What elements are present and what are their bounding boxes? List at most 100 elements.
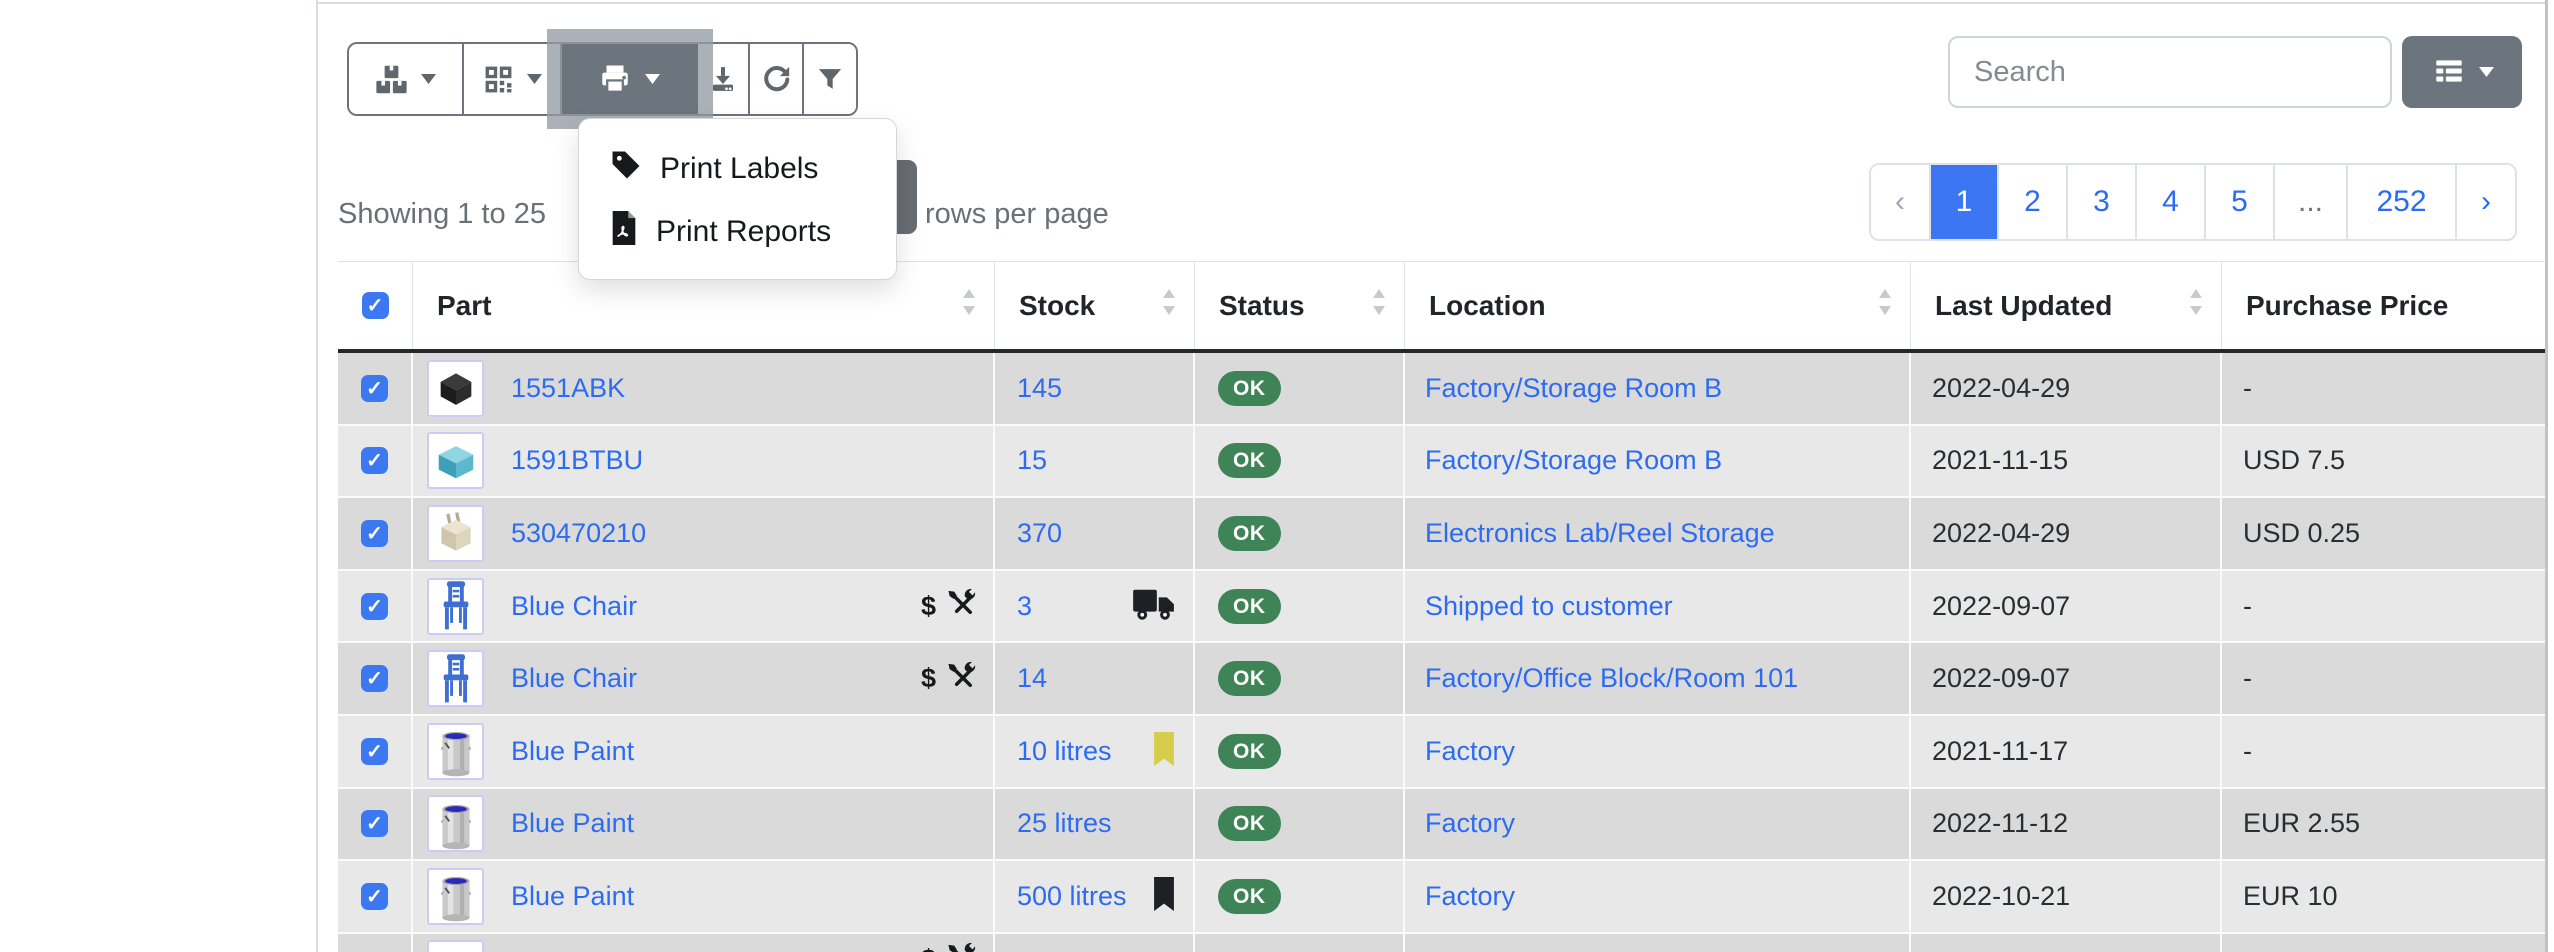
stock-link[interactable]: 25 litres: [1017, 808, 1112, 839]
prev-page-button[interactable]: ‹: [1871, 165, 1929, 239]
status-badge: OK: [1218, 516, 1281, 551]
location-link[interactable]: Factory: [1425, 881, 1515, 912]
stock-link[interactable]: 3: [1017, 591, 1032, 622]
sort-icon: [1372, 289, 1386, 322]
page-button-4[interactable]: 4: [2135, 165, 2204, 239]
part-link[interactable]: Blue Paint: [511, 808, 634, 839]
location-link[interactable]: Shipped to customer: [1425, 591, 1673, 622]
column-header-location[interactable]: Location: [1405, 262, 1911, 349]
menu-item-print-labels[interactable]: Print Labels: [579, 137, 896, 200]
qrcode-icon: [483, 64, 514, 95]
location-link[interactable]: Factory: [1425, 736, 1515, 767]
location-cell: Factory/Office Block/Room 101: [1405, 643, 1911, 716]
part-thumbnail[interactable]: [427, 650, 484, 707]
page-button-5[interactable]: 5: [2204, 165, 2273, 239]
stock-link[interactable]: 15: [1017, 445, 1047, 476]
part-thumbnail[interactable]: [427, 578, 484, 635]
stock-link[interactable]: 10 litres: [1017, 736, 1112, 767]
stock-actions-button[interactable]: [349, 44, 464, 114]
column-header-status[interactable]: Status: [1195, 262, 1405, 349]
row-checkbox[interactable]: ✓: [361, 447, 388, 474]
part-link[interactable]: Blue Chair: [511, 663, 637, 694]
stock-cell: 500 litres: [995, 861, 1195, 934]
part-thumbnail[interactable]: [427, 360, 484, 417]
part-link[interactable]: Blue Paint: [511, 881, 634, 912]
caret-down-icon: [421, 74, 436, 84]
location-link[interactable]: Factory/Office Block/Room 101: [1425, 663, 1798, 694]
table-row: ✓ Blue Chair $14 OK Factory/Office Block/Roo…: [338, 643, 2545, 716]
print-actions-button[interactable]: [562, 44, 698, 114]
part-thumbnail[interactable]: [427, 795, 484, 852]
part-link[interactable]: 1591BTBU: [511, 445, 643, 476]
part-cell: Blue Paint: [413, 861, 995, 934]
column-header-stock[interactable]: Stock: [995, 262, 1195, 349]
stock-link[interactable]: 370: [1017, 518, 1062, 549]
column-header-label: Location: [1429, 290, 1546, 322]
panel-top-border: [316, 2, 2546, 4]
status-badge: OK: [1218, 371, 1281, 406]
status-cell: OK: [1195, 716, 1405, 789]
barcode-actions-button[interactable]: [464, 44, 562, 114]
part-thumbnail[interactable]: [427, 432, 484, 489]
table-list-icon: [2431, 54, 2467, 91]
last-updated-cell: 2021-11-17: [1911, 716, 2222, 789]
status-badge: OK: [1218, 443, 1281, 478]
part-thumbnail[interactable]: [427, 505, 484, 562]
panel-left-border: [316, 0, 318, 952]
dollar-icon: $: [921, 663, 936, 694]
location-link[interactable]: Factory/Storage Room B: [1425, 445, 1722, 476]
location-cell: Electronics Lab/Reel Storage: [1405, 498, 1911, 571]
row-checkbox-cell: ✓: [338, 643, 413, 716]
location-link[interactable]: Factory: [1425, 808, 1515, 839]
filter-icon: [816, 65, 844, 93]
filter-button[interactable]: [804, 44, 856, 114]
menu-item-print-reports[interactable]: Print Reports: [579, 200, 896, 263]
download-button[interactable]: [698, 44, 750, 114]
part-link[interactable]: 1551ABK: [511, 373, 625, 404]
stock-cell: 15: [995, 426, 1195, 499]
page-button-3[interactable]: 3: [2066, 165, 2135, 239]
location-link[interactable]: Factory/Storage Room B: [1425, 373, 1722, 404]
refresh-button[interactable]: [750, 44, 804, 114]
row-checkbox[interactable]: ✓: [361, 520, 388, 547]
vertical-scrollbar[interactable]: [2545, 0, 2548, 952]
table-row: ✓1551ABK145OKFactory/Storage Room B2022-…: [338, 353, 2545, 426]
row-checkbox[interactable]: ✓: [361, 810, 388, 837]
purchase-price-cell: USD 0.25: [2222, 498, 2545, 571]
part-link[interactable]: Blue Chair: [511, 591, 637, 622]
last-updated-cell: [1911, 934, 2222, 952]
column-header-last-updated[interactable]: Last Updated: [1911, 262, 2222, 349]
part-thumbnail[interactable]: [427, 940, 484, 952]
status-cell: OK: [1195, 498, 1405, 571]
column-select-button[interactable]: [2402, 36, 2522, 108]
part-link[interactable]: Blue Paint: [511, 736, 634, 767]
last-updated-cell: 2022-04-29: [1911, 498, 2222, 571]
table-row: ✓Blue Chair$3OKShipped to customer2022-0…: [338, 571, 2545, 644]
row-checkbox[interactable]: ✓: [361, 665, 388, 692]
search-input[interactable]: [1948, 36, 2392, 108]
row-checkbox[interactable]: ✓: [361, 593, 388, 620]
part-link[interactable]: 530470210: [511, 518, 646, 549]
sort-icon: [1162, 289, 1176, 322]
part-thumbnail[interactable]: [427, 868, 484, 925]
tools-icon: [946, 942, 977, 952]
row-checkbox[interactable]: ✓: [361, 738, 388, 765]
part-thumbnail[interactable]: [427, 723, 484, 780]
ellipsis-page-button[interactable]: ...: [2273, 165, 2346, 239]
row-checkbox[interactable]: ✓: [361, 883, 388, 910]
page-button-252[interactable]: 252: [2346, 165, 2455, 239]
page-button-2[interactable]: 2: [1997, 165, 2066, 239]
next-page-button[interactable]: ›: [2455, 165, 2515, 239]
stock-link[interactable]: 500 litres: [1017, 881, 1127, 912]
row-checkbox[interactable]: ✓: [361, 375, 388, 402]
last-updated-cell: 2022-11-12: [1911, 789, 2222, 862]
bookmark-dark-icon: [1151, 877, 1177, 916]
page-button-1[interactable]: 1: [1929, 165, 1997, 239]
column-header-label: Status: [1219, 290, 1305, 322]
column-header-purchase-price[interactable]: Purchase Price: [2222, 262, 2545, 349]
location-link[interactable]: Electronics Lab/Reel Storage: [1425, 518, 1775, 549]
stock-link[interactable]: 14: [1017, 663, 1047, 694]
stock-link[interactable]: 145: [1017, 373, 1062, 404]
select-all-checkbox[interactable]: ✓: [362, 292, 389, 319]
status-cell: OK: [1195, 643, 1405, 716]
